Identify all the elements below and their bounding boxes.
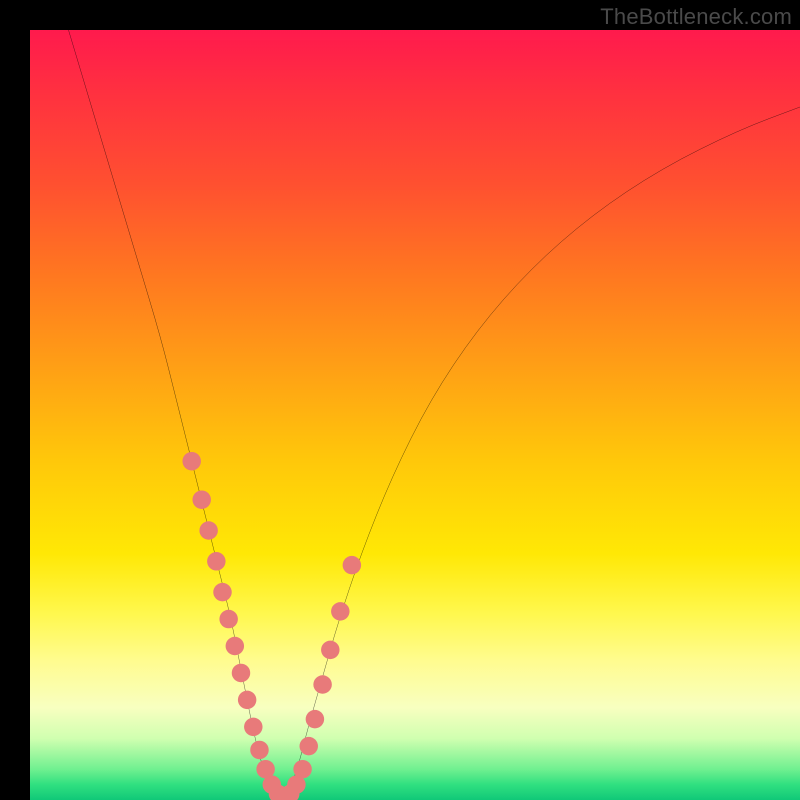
highlight-point: [343, 556, 361, 574]
highlight-point: [293, 760, 311, 778]
highlight-point: [244, 718, 262, 736]
highlight-point: [331, 602, 349, 620]
highlight-point: [192, 490, 210, 508]
highlight-point: [313, 675, 331, 693]
plot-area: [30, 30, 800, 800]
highlight-point: [213, 583, 231, 601]
watermark-text: TheBottleneck.com: [600, 4, 792, 30]
highlight-point: [199, 521, 217, 539]
highlight-point: [306, 710, 324, 728]
highlight-point: [300, 737, 318, 755]
bottleneck-curve: [69, 30, 800, 796]
highlight-point: [232, 664, 250, 682]
highlight-point: [207, 552, 225, 570]
highlight-point: [321, 641, 339, 659]
highlight-point: [250, 741, 268, 759]
highlight-point: [226, 637, 244, 655]
highlight-point: [238, 691, 256, 709]
chart-frame: TheBottleneck.com: [0, 0, 800, 800]
curve-svg: [30, 30, 800, 800]
highlight-point: [182, 452, 200, 470]
highlight-point: [219, 610, 237, 628]
